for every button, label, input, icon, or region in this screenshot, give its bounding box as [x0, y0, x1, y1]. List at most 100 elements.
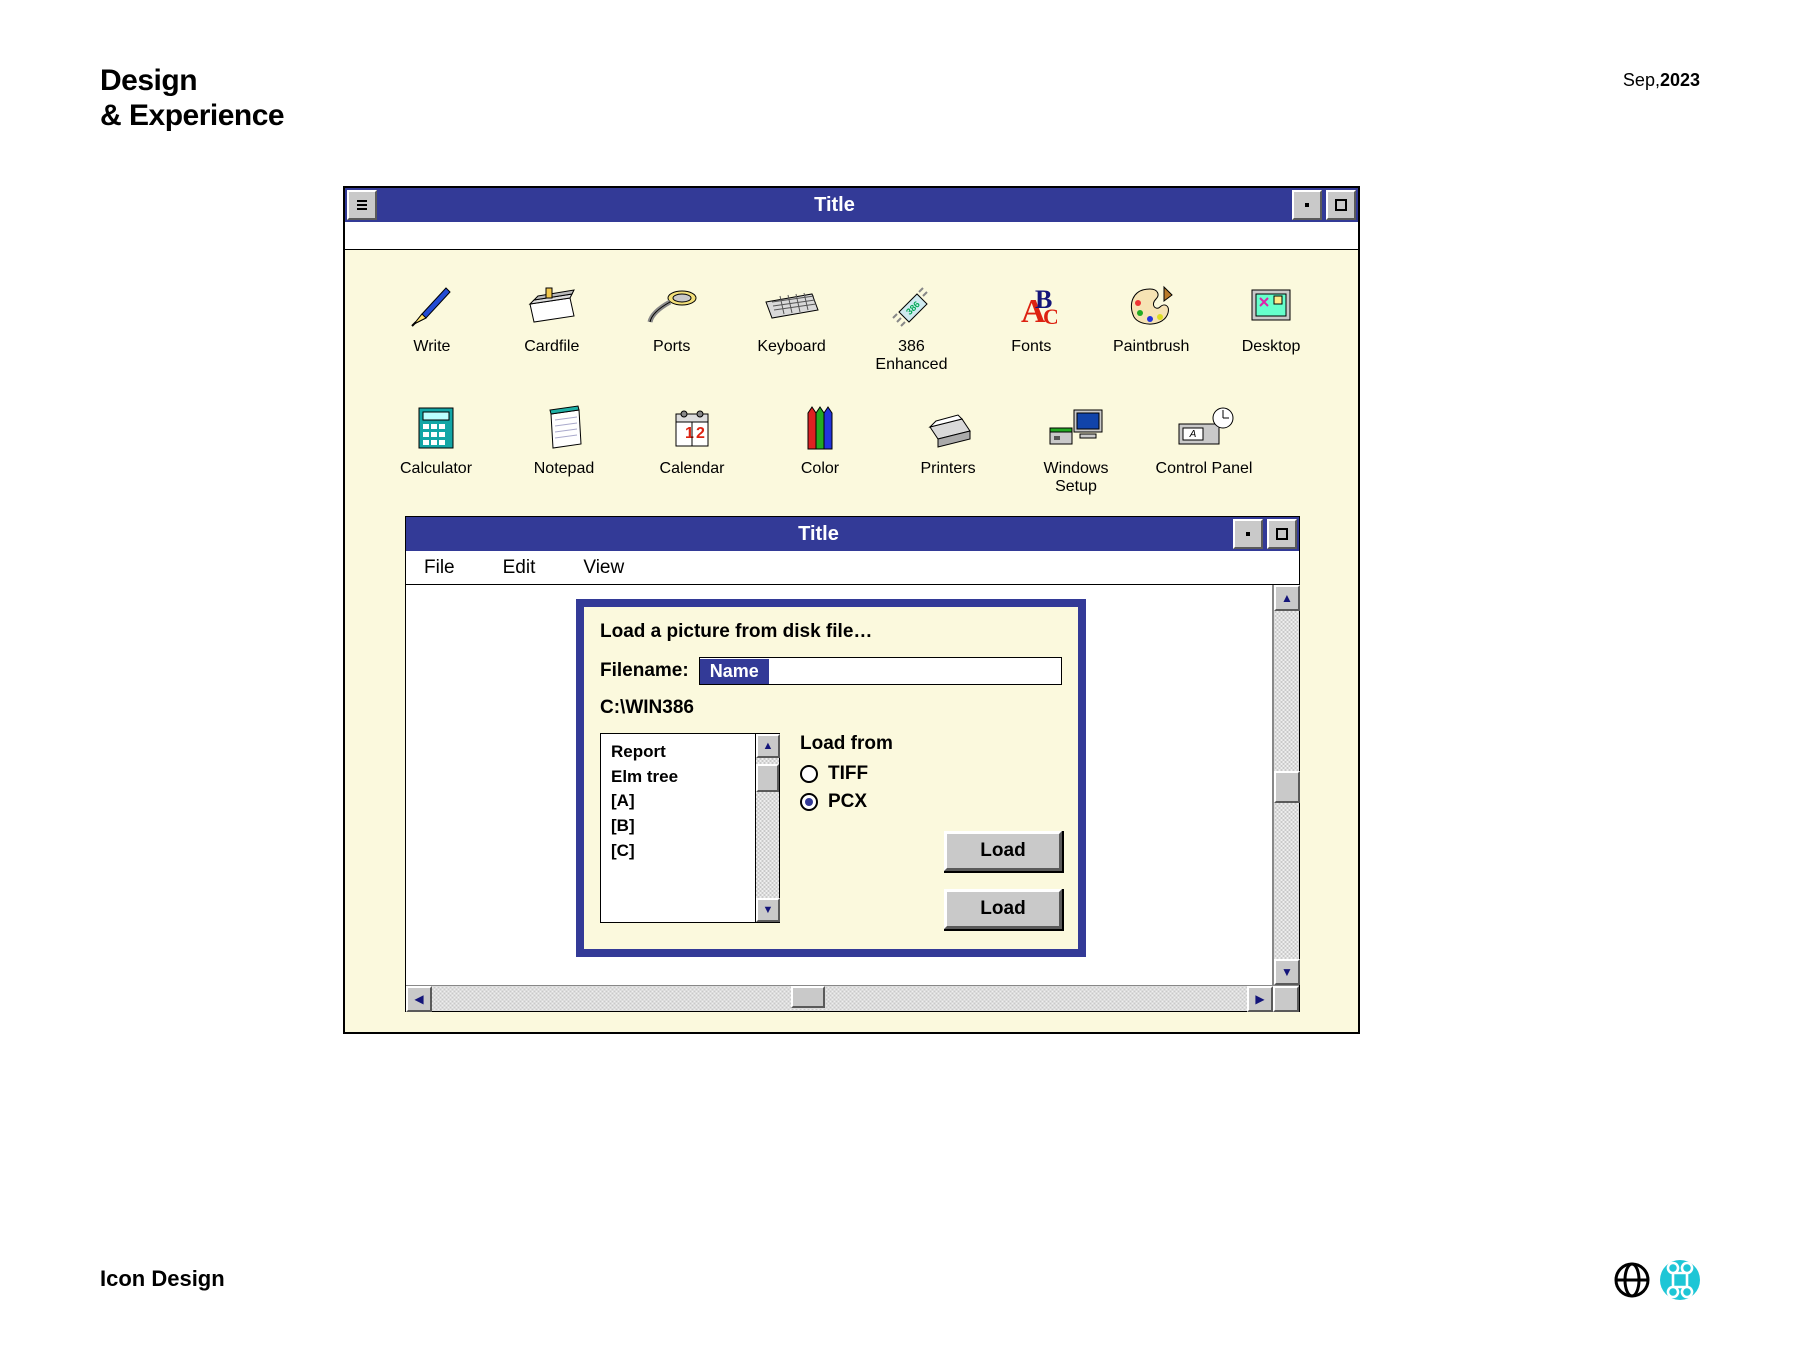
svg-text:2: 2: [696, 425, 705, 442]
program-manager-window: Title Write Cardfile Ports Keyboard 3863…: [343, 186, 1360, 1034]
app-icon-calculator[interactable]: Calculator: [381, 402, 491, 496]
list-item[interactable]: [B]: [611, 814, 745, 839]
load-button[interactable]: Load: [944, 831, 1062, 871]
menubar: [345, 222, 1358, 250]
calculator-icon: [381, 402, 491, 454]
system-menu-icon[interactable]: [347, 190, 377, 220]
scroll-thumb[interactable]: [756, 764, 779, 792]
scroll-thumb[interactable]: [1274, 771, 1300, 803]
inner-window: Title File Edit View Load a picture from…: [405, 516, 1300, 1012]
list-item[interactable]: Elm tree: [611, 765, 745, 790]
scroll-up-icon[interactable]: ▲: [1274, 585, 1300, 611]
app-icon-cardfile[interactable]: Cardfile: [501, 280, 603, 374]
svg-text:C: C: [1043, 304, 1057, 329]
list-item[interactable]: Report: [611, 740, 745, 765]
app-icon-calendar[interactable]: 12Calendar: [637, 402, 747, 496]
file-listbox[interactable]: Report Elm tree [A] [B] [C] ▲: [600, 733, 780, 923]
footer-icons: [1612, 1260, 1700, 1300]
app-icon-color[interactable]: Color: [765, 402, 875, 496]
maximize-button[interactable]: [1326, 190, 1356, 220]
menu-edit[interactable]: Edit: [503, 557, 536, 579]
app-label: Color: [765, 460, 875, 478]
scroll-down-icon[interactable]: ▼: [1274, 959, 1300, 985]
app-label: Windows Setup: [1021, 460, 1131, 496]
window-title: Title: [379, 188, 1290, 222]
cardfile-icon: [501, 280, 603, 332]
pen-icon: [381, 280, 483, 332]
scroll-right-icon[interactable]: ▶: [1247, 986, 1273, 1012]
app-icon-desktop[interactable]: Desktop: [1220, 280, 1322, 374]
inner-minimize-button[interactable]: [1233, 519, 1263, 549]
app-icon-control-panel[interactable]: A Control Panel: [1149, 402, 1259, 496]
app-label: Control Panel: [1149, 460, 1259, 478]
icon-row-2: Calculator Notepad 12Calendar Color Prin…: [381, 402, 1322, 496]
fonts-icon: ABC: [980, 280, 1082, 332]
vertical-scrollbar[interactable]: ▲ ▼: [1273, 585, 1299, 985]
palette-icon: [1100, 280, 1202, 332]
inner-content: Load a picture from disk file… Filename:…: [406, 585, 1273, 985]
app-label: Desktop: [1220, 338, 1322, 356]
app-label: Keyboard: [741, 338, 843, 356]
page-title-line-1: Design: [100, 64, 284, 99]
printer-icon: [893, 402, 1003, 454]
scroll-left-icon[interactable]: ◀: [406, 986, 432, 1012]
globe-icon: [1612, 1260, 1652, 1300]
page-date: Sep,2023: [1623, 70, 1700, 91]
app-label: Printers: [893, 460, 1003, 478]
page-date-year: 2023: [1660, 70, 1700, 90]
calendar-icon: 12: [637, 402, 747, 454]
scroll-thumb[interactable]: [791, 986, 825, 1008]
page-footer: Icon Design: [100, 1266, 225, 1292]
radio-icon: [800, 793, 818, 811]
minimize-button[interactable]: [1292, 190, 1322, 220]
app-label: Paintbrush: [1100, 338, 1202, 356]
radio-label: TIFF: [828, 763, 868, 785]
app-label: Calculator: [381, 460, 491, 478]
list-item[interactable]: [A]: [611, 789, 745, 814]
scroll-up-icon[interactable]: ▲: [756, 734, 780, 758]
icon-row-1: Write Cardfile Ports Keyboard 386386 Enh…: [381, 280, 1322, 374]
listbox-scrollbar[interactable]: ▲ ▼: [755, 734, 779, 922]
scroll-down-icon[interactable]: ▼: [756, 898, 780, 922]
command-icon: [1660, 1260, 1700, 1300]
setup-icon: [1021, 402, 1131, 454]
horizontal-scrollbar[interactable]: ◀ ▶: [406, 985, 1299, 1011]
app-icon-ports[interactable]: Ports: [621, 280, 723, 374]
load-from-label: Load from: [800, 733, 1062, 755]
menu-view[interactable]: View: [583, 557, 624, 579]
app-icon-paintbrush[interactable]: Paintbrush: [1100, 280, 1202, 374]
app-label: Write: [381, 338, 483, 356]
menu-file[interactable]: File: [424, 557, 455, 579]
radio-tiff[interactable]: TIFF: [800, 763, 1062, 785]
svg-text:1: 1: [685, 425, 694, 442]
inner-maximize-button[interactable]: [1267, 519, 1297, 549]
app-icon-notepad[interactable]: Notepad: [509, 402, 619, 496]
app-icon-386-enhanced[interactable]: 386386 Enhanced: [861, 280, 963, 374]
app-label: Fonts: [980, 338, 1082, 356]
filename-field[interactable]: Name: [699, 657, 1062, 685]
list-item[interactable]: [C]: [611, 839, 745, 864]
app-icon-printers[interactable]: Printers: [893, 402, 1003, 496]
notepad-icon: [509, 402, 619, 454]
radio-icon: [800, 765, 818, 783]
app-icon-windows-setup[interactable]: Windows Setup: [1021, 402, 1131, 496]
filename-label: Filename:: [600, 660, 689, 682]
desktop-icon: [1220, 280, 1322, 332]
keyboard-icon: [741, 280, 843, 332]
app-label: Cardfile: [501, 338, 603, 356]
load-picture-dialog: Load a picture from disk file… Filename:…: [576, 599, 1086, 957]
svg-text:A: A: [1189, 429, 1197, 440]
app-label: Ports: [621, 338, 723, 356]
radio-pcx[interactable]: PCX: [800, 791, 1062, 813]
ports-icon: [621, 280, 723, 332]
inner-menubar: File Edit View: [406, 551, 1299, 585]
page-title-line-2: & Experience: [100, 99, 284, 134]
app-icon-keyboard[interactable]: Keyboard: [741, 280, 843, 374]
titlebar[interactable]: Title: [345, 188, 1358, 222]
load-button-2[interactable]: Load: [944, 889, 1062, 929]
app-icon-write[interactable]: Write: [381, 280, 483, 374]
app-icon-fonts[interactable]: ABC Fonts: [980, 280, 1082, 374]
current-path: C:\WIN386: [600, 697, 1062, 719]
page-date-month: Sep,: [1623, 70, 1660, 90]
inner-titlebar[interactable]: Title: [406, 517, 1299, 551]
